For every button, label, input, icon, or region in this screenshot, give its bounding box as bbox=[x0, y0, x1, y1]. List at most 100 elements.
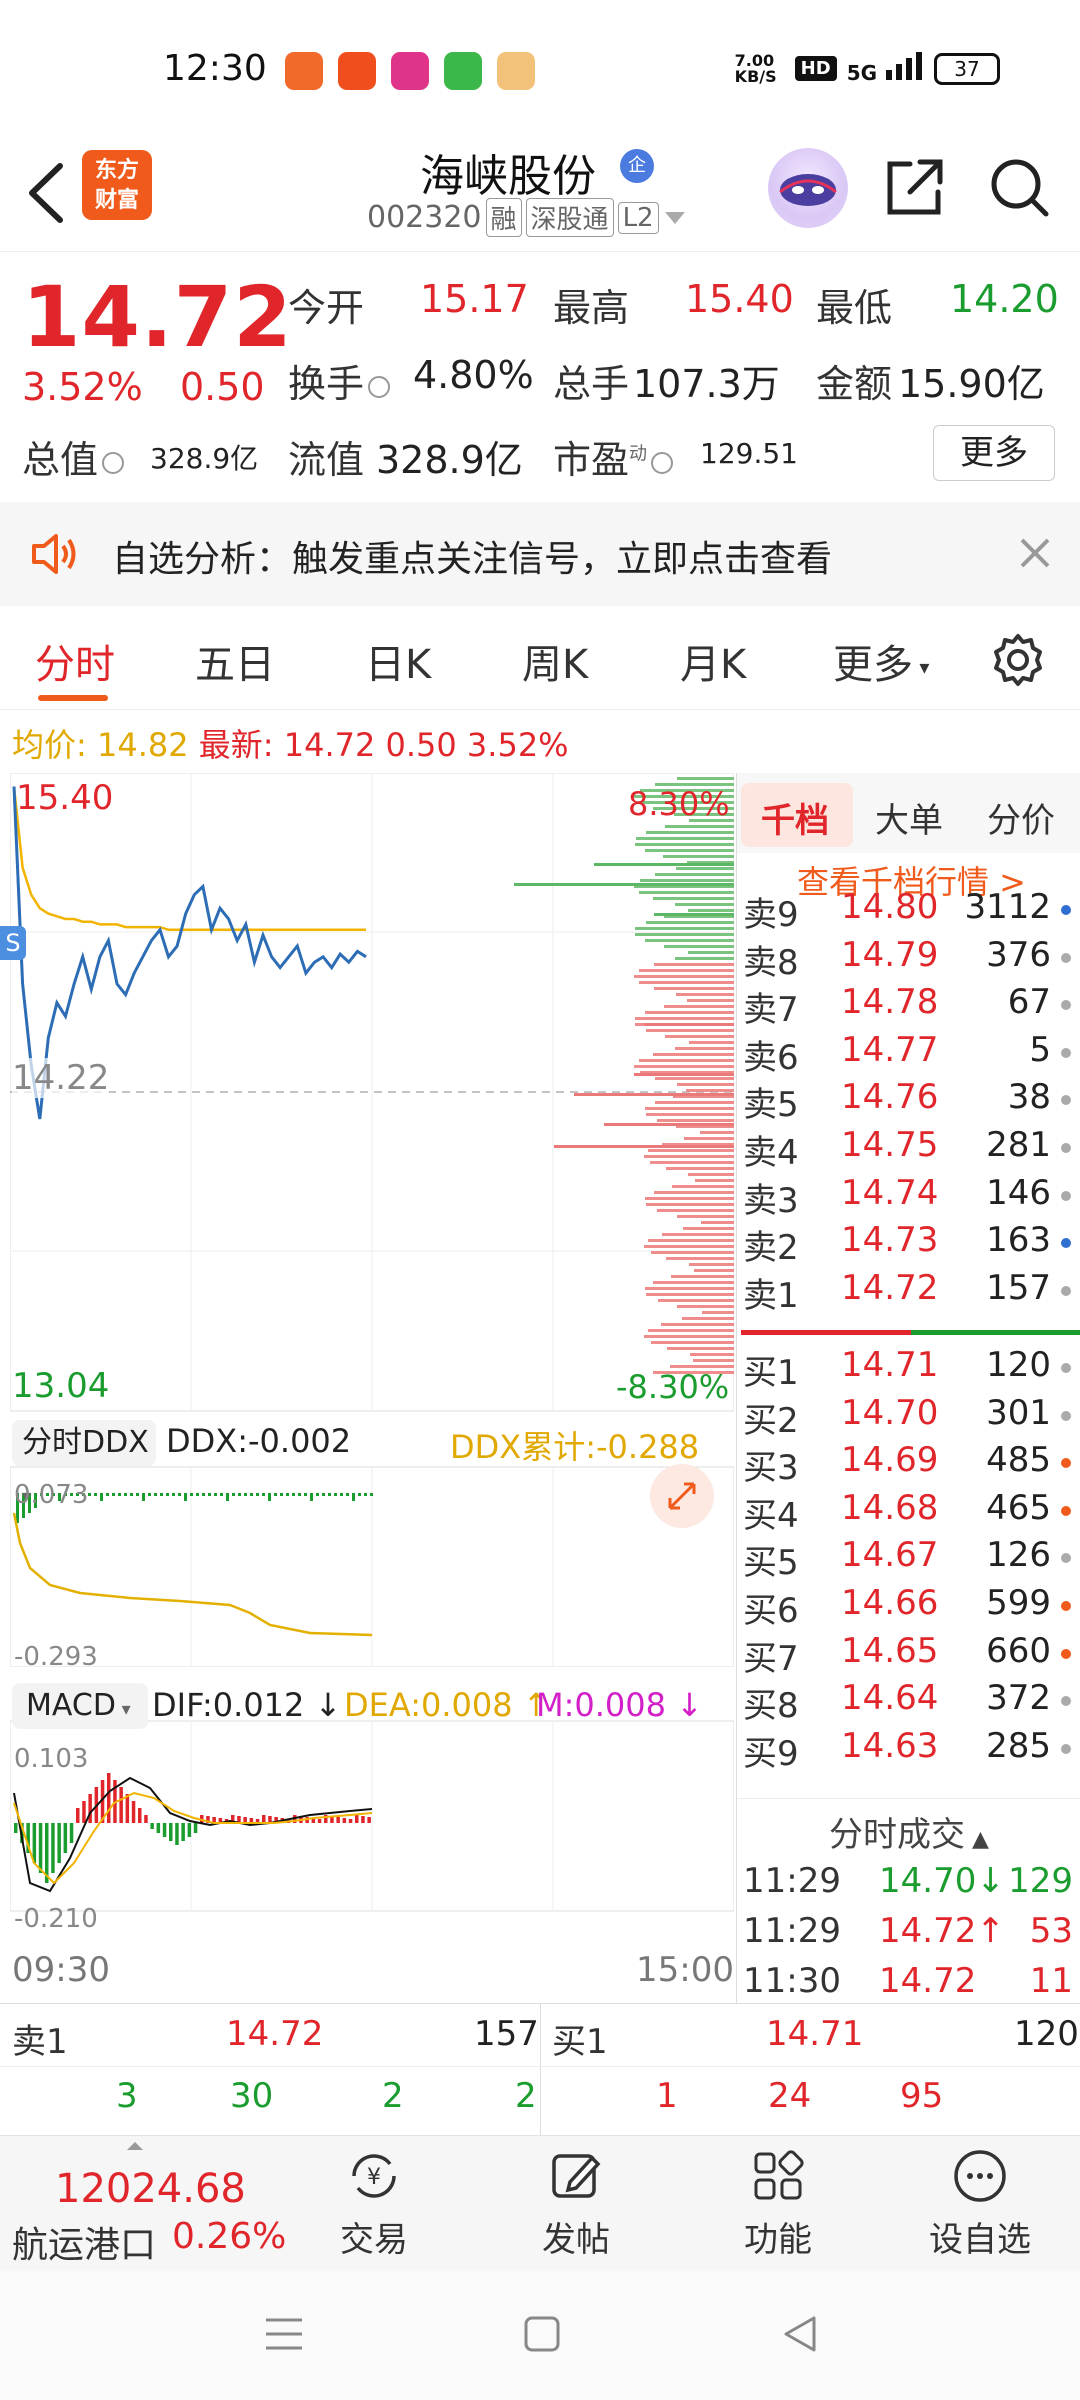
share-icon[interactable] bbox=[880, 154, 948, 222]
stock-code-row[interactable]: 002320 融 深股通 L2 bbox=[367, 198, 687, 237]
bid-row[interactable]: 买6 14.66 599 bbox=[737, 1583, 1080, 1631]
ddx-bar bbox=[148, 1493, 151, 1496]
tick-volume: 53 bbox=[1029, 1911, 1073, 1951]
ask-row[interactable]: 卖3 14.74 146 bbox=[737, 1173, 1080, 1221]
menu-icon[interactable] bbox=[262, 2312, 306, 2356]
notification-app-icon bbox=[338, 52, 376, 90]
tab-five-day[interactable]: 五日 bbox=[195, 632, 275, 690]
ask-row[interactable]: 卖2 14.73 163 bbox=[737, 1220, 1080, 1268]
sell-signal-marker[interactable]: S bbox=[0, 926, 26, 960]
more-button[interactable]: 更多 bbox=[933, 425, 1055, 481]
ddx-bar bbox=[358, 1493, 361, 1496]
macd-bar bbox=[138, 1808, 142, 1823]
pe-label: 市盈动 bbox=[553, 429, 674, 484]
tab-price-distribution[interactable]: 分价 bbox=[987, 793, 1055, 842]
price-summary: 均价: 14.82 最新: 14.72 0.50 3.52% bbox=[12, 720, 569, 766]
order-dot-icon bbox=[1061, 1553, 1071, 1564]
bid-row[interactable]: 买8 14.64 372 bbox=[737, 1678, 1080, 1726]
macd-indicator-selector[interactable]: MACD ▾ bbox=[12, 1683, 148, 1729]
ddx-bar bbox=[370, 1493, 373, 1496]
bid-level-label: 买1 bbox=[743, 1353, 799, 1393]
net-speed: 7.00 KB/S bbox=[734, 50, 777, 86]
bid-row[interactable]: 买2 14.70 301 bbox=[737, 1393, 1080, 1441]
volume-at-price-bar bbox=[639, 969, 734, 972]
alert-text: 自选分析：触发重点关注信号，立即点击查看 bbox=[112, 539, 833, 580]
stock-code: 002320 bbox=[367, 200, 482, 235]
volume-at-price-bar bbox=[645, 1287, 734, 1290]
gear-icon[interactable] bbox=[990, 632, 1046, 688]
status-indicators: 7.00 KB/S HD 5G 37 bbox=[735, 52, 1000, 85]
ask-row[interactable]: 卖9 14.80 3112 bbox=[737, 887, 1080, 935]
avg-value: 14.82 bbox=[96, 726, 189, 764]
tab-more[interactable]: 更多 ▾ bbox=[833, 632, 929, 690]
tab-big-orders[interactable]: 大单 bbox=[875, 793, 943, 842]
sector-index-value[interactable]: 12024.68 bbox=[55, 2166, 246, 2212]
ask-row[interactable]: 卖6 14.77 5 bbox=[737, 1030, 1080, 1078]
app-logo[interactable]: 东方 财富 bbox=[82, 150, 152, 220]
ddx-indicator-selector[interactable]: 分时DDX ▾ bbox=[12, 1420, 156, 1507]
nav-functions[interactable]: 功能 bbox=[708, 2146, 848, 2261]
volume-at-price-bar bbox=[675, 957, 734, 960]
ddx-bar bbox=[364, 1493, 367, 1496]
tick-time: 11:29 bbox=[743, 1911, 841, 1951]
back-arrow-icon[interactable] bbox=[22, 158, 72, 228]
order-dot-icon bbox=[1061, 1000, 1071, 1011]
ddx-bar bbox=[130, 1493, 133, 1496]
ask-price: 14.74 bbox=[841, 1172, 939, 1213]
bid-volume: 485 bbox=[986, 1440, 1051, 1481]
volume-at-price-bar bbox=[646, 1029, 734, 1032]
ask-price: 14.80 bbox=[841, 887, 939, 927]
strip-num: 3 bbox=[116, 2076, 138, 2116]
ask-row[interactable]: 卖4 14.75 281 bbox=[737, 1125, 1080, 1173]
nav-add-watchlist[interactable]: 设自选 bbox=[910, 2146, 1050, 2261]
bid-row[interactable]: 买1 14.71 120 bbox=[737, 1345, 1080, 1393]
ask-row[interactable]: 卖8 14.79 376 bbox=[737, 935, 1080, 983]
sector-name[interactable]: 航运港口 bbox=[12, 2216, 156, 2268]
order-dot-icon bbox=[1061, 952, 1071, 963]
bid-row[interactable]: 买5 14.67 126 bbox=[737, 1535, 1080, 1583]
volume-at-price-bar bbox=[646, 921, 734, 924]
nav-trade[interactable]: ¥ 交易 bbox=[304, 2146, 444, 2261]
order-dot-icon bbox=[1061, 1095, 1071, 1106]
ask-row[interactable]: 卖5 14.76 38 bbox=[737, 1077, 1080, 1125]
assistant-avatar[interactable] bbox=[768, 148, 848, 228]
alert-banner[interactable]: 自选分析：触发重点关注信号，立即点击查看 bbox=[0, 502, 1080, 606]
volume-at-price-bar bbox=[634, 975, 734, 978]
bid-row[interactable]: 买4 14.68 465 bbox=[737, 1488, 1080, 1536]
bid-volume: 126 bbox=[986, 1535, 1051, 1576]
volume-at-price-bar bbox=[658, 1299, 734, 1302]
tab-daily-k[interactable]: 日K bbox=[365, 632, 431, 690]
svg-text:¥: ¥ bbox=[367, 2165, 381, 2190]
volume-at-price-bar bbox=[702, 1311, 734, 1314]
bid-price: 14.65 bbox=[841, 1630, 939, 1671]
home-icon[interactable] bbox=[520, 2312, 564, 2356]
tab-weekly-k[interactable]: 周K bbox=[522, 632, 588, 690]
ddx-bar bbox=[94, 1493, 97, 1496]
nav-post[interactable]: 发帖 bbox=[506, 2146, 646, 2261]
turnover-label: 换手 bbox=[288, 353, 391, 408]
search-icon[interactable] bbox=[986, 154, 1052, 220]
pct-axis-low: -8.30% bbox=[616, 1368, 730, 1406]
volume-at-price-bar bbox=[648, 1239, 734, 1242]
float-cap-value: 328.9亿 bbox=[376, 438, 523, 482]
volume-at-price-bar bbox=[514, 883, 734, 886]
volume-at-price-bar bbox=[664, 945, 734, 948]
ticks-header[interactable]: 分时成交 ▲ bbox=[737, 1798, 1080, 1858]
tab-monthly-k[interactable]: 月K bbox=[680, 632, 746, 690]
bid-row[interactable]: 买7 14.65 660 bbox=[737, 1631, 1080, 1679]
ask-row[interactable]: 卖7 14.78 67 bbox=[737, 982, 1080, 1030]
close-icon[interactable] bbox=[1018, 536, 1052, 570]
ddx-bar bbox=[292, 1493, 295, 1496]
last-price: 14.72 bbox=[22, 268, 293, 366]
tab-intraday[interactable]: 分时 bbox=[35, 632, 115, 690]
volume-at-price-bar bbox=[644, 1245, 734, 1248]
tick-row: 11:29 14.72↑ 53 bbox=[737, 1911, 1080, 1961]
bid-row[interactable]: 买3 14.69 485 bbox=[737, 1440, 1080, 1488]
order-dot-icon bbox=[1061, 1363, 1071, 1373]
bid-row[interactable]: 买9 14.63 285 bbox=[737, 1726, 1080, 1774]
tab-depth[interactable]: 千档 bbox=[761, 793, 829, 842]
macd-bar bbox=[57, 1823, 61, 1863]
back-icon[interactable] bbox=[778, 2312, 822, 2356]
volume-at-price-bar bbox=[655, 1077, 734, 1080]
ask-row[interactable]: 卖1 14.72 157 bbox=[737, 1268, 1080, 1316]
